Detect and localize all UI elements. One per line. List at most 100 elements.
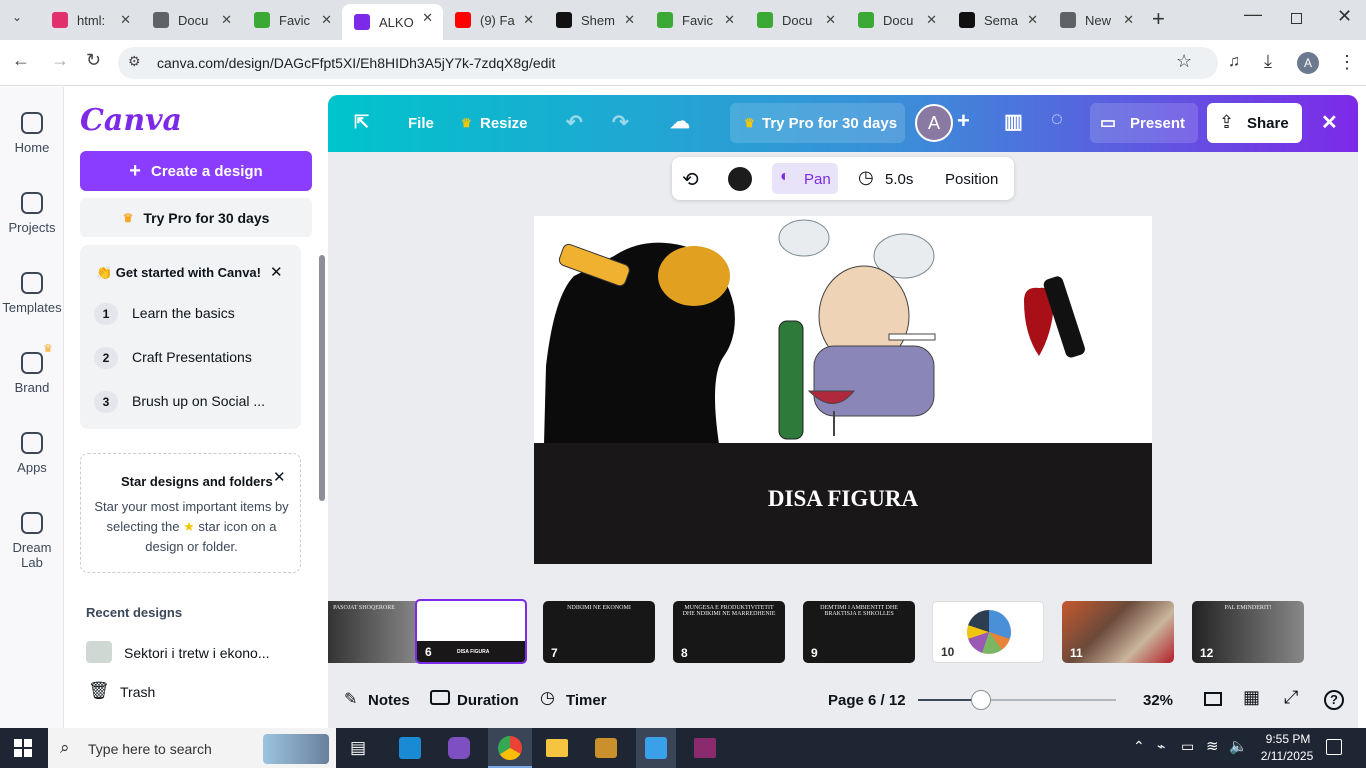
- site-info-icon[interactable]: ⚙: [128, 53, 141, 70]
- resize-button[interactable]: Resize: [480, 115, 528, 132]
- task-view-icon[interactable]: ▤: [350, 738, 366, 758]
- browser-tab[interactable]: ALKO ✕: [342, 4, 443, 40]
- animate-icon[interactable]: ⟲: [682, 167, 699, 192]
- zoom-value[interactable]: 32%: [1143, 692, 1173, 709]
- duration-button[interactable]: Duration: [457, 692, 519, 709]
- downloads-icon[interactable]: ⤓: [1264, 51, 1272, 72]
- close-tab-icon[interactable]: ✕: [422, 10, 433, 26]
- browser-menu-icon[interactable]: ⋮: [1338, 52, 1356, 73]
- rail-item[interactable]: Projects: [0, 192, 64, 235]
- close-tab-icon[interactable]: ✕: [1123, 12, 1134, 28]
- zoom-slider-handle[interactable]: [971, 690, 992, 710]
- close-icon[interactable]: ✕: [273, 468, 286, 486]
- close-window-icon[interactable]: ✕: [1337, 6, 1352, 27]
- help-icon[interactable]: ?: [1324, 690, 1344, 710]
- get-started-item[interactable]: 2 Craft Presentations: [94, 345, 289, 371]
- page-thumbnail[interactable]: 11: [1062, 601, 1174, 663]
- browser-tab[interactable]: New ✕: [1048, 6, 1144, 34]
- close-tab-icon[interactable]: ✕: [221, 12, 232, 28]
- chrome-icon[interactable]: [488, 728, 532, 768]
- file-explorer-icon[interactable]: [546, 739, 568, 757]
- recent-design-item[interactable]: Sektori i tretw i ekono...: [86, 639, 306, 665]
- analytics-icon[interactable]: ▥: [1004, 109, 1023, 134]
- rail-item[interactable]: Apps: [0, 432, 64, 475]
- get-started-item[interactable]: 1 Learn the basics: [94, 301, 289, 327]
- notes-button[interactable]: Notes: [368, 692, 410, 709]
- page-thumbnail[interactable]: DEMTIMI I AMBIENTIT DHE BRAKTISJA E SHKO…: [803, 601, 915, 663]
- close-tab-icon[interactable]: ✕: [321, 12, 332, 28]
- grid-view-icon[interactable]: ▦: [1243, 687, 1260, 708]
- show-hidden-icons-icon[interactable]: ⌃: [1133, 738, 1145, 755]
- battery-icon[interactable]: ▭: [1181, 738, 1194, 755]
- collaborator-avatar[interactable]: A: [915, 104, 953, 142]
- vscode-icon[interactable]: [399, 737, 421, 759]
- wifi-icon[interactable]: ≋: [1206, 737, 1219, 755]
- address-bar[interactable]: ⚙ canva.com/design/DAGcFfpt5XI/Eh8HIDh3A…: [118, 47, 1218, 79]
- back-icon[interactable]: ←: [12, 50, 30, 71]
- browser-tab[interactable]: Shem ✕: [544, 6, 645, 34]
- canva-logo[interactable]: Canva: [80, 103, 182, 138]
- app-icon[interactable]: [595, 738, 617, 758]
- recent-design-title[interactable]: Sektori i tretw i ekono...: [124, 645, 270, 661]
- slide-canvas[interactable]: DISA FIGURA: [534, 216, 1152, 564]
- try-pro-top-button[interactable]: ♛ Try Pro for 30 days: [730, 103, 905, 143]
- reload-icon[interactable]: ↻: [86, 50, 101, 71]
- clock-date[interactable]: 2/11/2025: [1252, 749, 1322, 763]
- profile-avatar[interactable]: A: [1297, 52, 1319, 74]
- rail-item[interactable]: Brand: [0, 352, 64, 395]
- minimize-window-icon[interactable]: —: [1244, 4, 1262, 25]
- github-desktop-icon[interactable]: [448, 737, 470, 759]
- color-swatch[interactable]: [728, 167, 752, 191]
- close-tab-icon[interactable]: ✕: [120, 12, 131, 28]
- browser-tab[interactable]: Docu ✕: [745, 6, 846, 34]
- position-button[interactable]: Position: [945, 171, 998, 188]
- page-thumbnail[interactable]: NDIKIMI NE EKONOMI 7: [543, 601, 655, 663]
- close-tab-icon[interactable]: ✕: [926, 12, 937, 28]
- share-button[interactable]: ⇪ Share: [1207, 103, 1302, 143]
- open-external-icon[interactable]: ⇱: [354, 112, 369, 133]
- cloud-save-icon[interactable]: ☁: [670, 109, 690, 134]
- new-tab-button[interactable]: +: [1152, 6, 1165, 32]
- close-icon[interactable]: ✕: [270, 263, 283, 281]
- tab-search-icon[interactable]: ⌄: [12, 10, 22, 24]
- create-design-button[interactable]: + Create a design: [80, 151, 312, 191]
- volume-icon[interactable]: 🔈: [1229, 737, 1248, 755]
- comment-icon[interactable]: ◌: [1051, 108, 1063, 131]
- rail-item[interactable]: Dream Lab: [0, 512, 64, 570]
- browser-tab[interactable]: Docu ✕: [846, 6, 947, 34]
- slide-title[interactable]: DISA FIGURA: [534, 486, 1152, 512]
- browser-tab[interactable]: html: ✕: [40, 6, 141, 34]
- page-thumbnail[interactable]: PASOJAT SHOQERORE: [328, 601, 420, 663]
- zoom-slider[interactable]: [918, 690, 1116, 710]
- notifications-icon[interactable]: [1326, 739, 1342, 755]
- close-tab-icon[interactable]: ✕: [1027, 12, 1038, 28]
- try-pro-button[interactable]: ♛ Try Pro for 30 days: [80, 198, 312, 237]
- close-tab-icon[interactable]: ✕: [825, 12, 836, 28]
- taskbar-search-placeholder[interactable]: Type here to search: [88, 741, 212, 757]
- network-off-icon[interactable]: ⌁: [1157, 738, 1165, 755]
- browser-tab[interactable]: Docu ✕: [141, 6, 242, 34]
- trash-item[interactable]: 🗑 Trash: [86, 681, 286, 705]
- paint-icon[interactable]: [636, 728, 676, 768]
- clock-time[interactable]: 9:55 PM: [1258, 732, 1318, 746]
- present-button[interactable]: ▭ Present: [1090, 103, 1198, 143]
- duration-value[interactable]: 5.0s: [885, 171, 913, 188]
- page-thumbnail[interactable]: MUNGESA E PRODUKTIVITETIT DHE NDIKIMI NE…: [673, 601, 785, 663]
- timer-button[interactable]: Timer: [566, 692, 607, 709]
- taskbar-search-box[interactable]: ⌕ Type here to search: [48, 728, 336, 768]
- close-tab-icon[interactable]: ✕: [724, 12, 735, 28]
- rail-item[interactable]: Home: [0, 112, 64, 155]
- browser-tab[interactable]: Favic ✕: [645, 6, 745, 34]
- fullscreen-icon[interactable]: ⤢: [1284, 687, 1298, 708]
- forward-icon[interactable]: →: [51, 50, 69, 71]
- rail-item[interactable]: Templates: [0, 272, 64, 315]
- panel-scrollbar[interactable]: [319, 255, 325, 501]
- file-menu[interactable]: File: [408, 115, 434, 132]
- pan-button[interactable]: ◐ Pan: [772, 163, 838, 194]
- undo-icon[interactable]: ↶: [566, 110, 583, 135]
- add-collaborator-icon[interactable]: +: [957, 108, 970, 134]
- close-tab-icon[interactable]: ✕: [624, 12, 635, 28]
- winrar-icon[interactable]: [694, 738, 716, 758]
- bookmark-star-icon[interactable]: ☆: [1176, 51, 1192, 72]
- url-text[interactable]: canva.com/design/DAGcFfpt5XI/Eh8HIDh3A5j…: [157, 55, 555, 71]
